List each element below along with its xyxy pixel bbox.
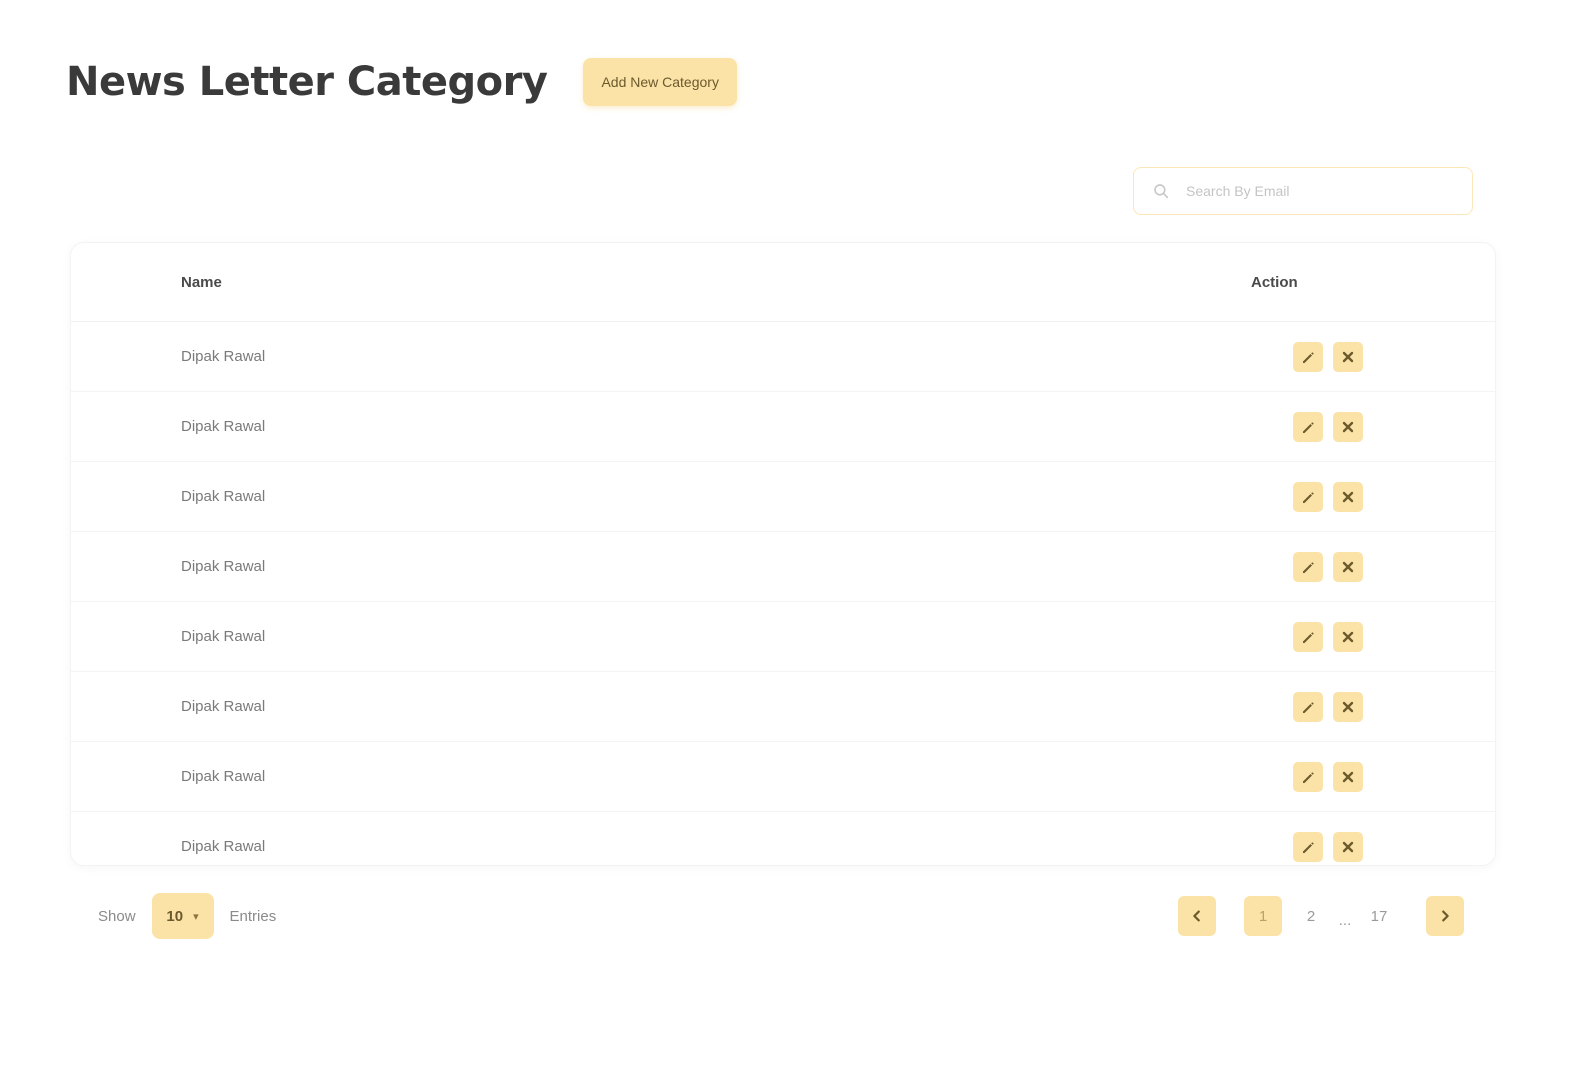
close-icon (1342, 351, 1354, 362)
row-actions (1293, 341, 1363, 372)
delete-button[interactable] (1333, 621, 1363, 652)
row-actions (1293, 411, 1363, 442)
row-name-cell: Dipak Rawal (181, 418, 266, 435)
edit-button[interactable] (1293, 621, 1323, 652)
chevron-right-icon (1442, 910, 1449, 922)
row-name-cell: Dipak Rawal (181, 628, 266, 645)
page-button-2[interactable]: 2 (1292, 896, 1330, 936)
row-actions (1293, 551, 1363, 582)
page-button-last[interactable]: 17 (1360, 896, 1398, 936)
pagination-ellipsis: ... (1338, 911, 1352, 929)
entries-label: Entries (229, 907, 277, 925)
edit-icon (1303, 491, 1314, 503)
chevron-left-icon (1193, 910, 1200, 922)
pagination: 1 2 ... 17 (1178, 896, 1464, 936)
edit-button[interactable] (1293, 341, 1323, 372)
close-icon (1342, 631, 1354, 642)
row-name-cell: Dipak Rawal (181, 488, 266, 505)
edit-icon (1303, 771, 1314, 783)
column-header-name[interactable]: Name (181, 274, 222, 291)
table-row: Dipak Rawal (71, 462, 1495, 532)
table-row: Dipak Rawal (71, 602, 1495, 672)
column-header-action: Action (1251, 273, 1298, 291)
row-actions (1293, 481, 1363, 512)
edit-button[interactable] (1293, 551, 1323, 582)
next-page-button[interactable] (1426, 896, 1464, 936)
table-row: Dipak Rawal (71, 742, 1495, 812)
delete-button[interactable] (1333, 691, 1363, 722)
delete-button[interactable] (1333, 831, 1363, 862)
row-name-cell: Dipak Rawal (181, 348, 266, 365)
edit-button[interactable] (1293, 481, 1323, 512)
close-icon (1342, 701, 1354, 712)
table-row: Dipak Rawal (71, 672, 1495, 742)
row-name-cell: Dipak Rawal (181, 768, 266, 785)
search-icon (1154, 184, 1169, 199)
row-actions (1293, 831, 1363, 862)
page-button-1[interactable]: 1 (1244, 896, 1282, 936)
table-row: Dipak Rawal (71, 322, 1495, 392)
edit-button[interactable] (1293, 691, 1323, 722)
add-new-category-button[interactable]: Add New Category (583, 58, 737, 106)
edit-button[interactable] (1293, 411, 1323, 442)
delete-button[interactable] (1333, 761, 1363, 792)
table-body: Dipak Rawal Dipak Rawal Dipak Rawal Dipak R… (71, 322, 1495, 865)
edit-icon (1303, 561, 1314, 573)
entries-select-value: 10 (166, 907, 184, 925)
close-icon (1342, 491, 1354, 502)
edit-icon (1303, 631, 1314, 643)
table-row: Dipak Rawal (71, 812, 1495, 865)
edit-icon (1303, 701, 1314, 713)
table-header: Name Action (71, 243, 1495, 322)
close-icon (1342, 561, 1354, 572)
edit-icon (1303, 841, 1314, 853)
delete-button[interactable] (1333, 481, 1363, 512)
close-icon (1342, 421, 1354, 432)
edit-button[interactable] (1293, 761, 1323, 792)
table-row: Dipak Rawal (71, 392, 1495, 462)
entries-per-page-select[interactable]: 10 ▾ (151, 893, 214, 939)
search-box[interactable] (1133, 167, 1473, 215)
edit-icon (1303, 351, 1314, 363)
delete-button[interactable] (1333, 411, 1363, 442)
close-icon (1342, 771, 1354, 782)
table-row: Dipak Rawal (71, 532, 1495, 602)
row-actions (1293, 621, 1363, 652)
page-header: News Letter Category Add New Category (66, 52, 737, 112)
show-label: Show (98, 907, 136, 925)
category-table: Name Action Dipak Rawal Dipak Rawal Dipak … (70, 242, 1496, 866)
chevron-down-icon: ▾ (193, 910, 199, 923)
row-name-cell: Dipak Rawal (181, 558, 266, 575)
prev-page-button[interactable] (1178, 896, 1216, 936)
close-icon (1342, 841, 1354, 852)
edit-button[interactable] (1293, 831, 1323, 862)
row-actions (1293, 761, 1363, 792)
row-actions (1293, 691, 1363, 722)
search-input[interactable] (1184, 182, 1448, 200)
page-title: News Letter Category (66, 59, 548, 105)
edit-icon (1303, 421, 1314, 433)
delete-button[interactable] (1333, 341, 1363, 372)
row-name-cell: Dipak Rawal (181, 698, 266, 715)
delete-button[interactable] (1333, 551, 1363, 582)
page: News Letter Category Add New Category Na… (0, 0, 1570, 1072)
entries-control: Show 10 ▾ Entries (98, 893, 276, 939)
row-name-cell: Dipak Rawal (181, 838, 266, 855)
